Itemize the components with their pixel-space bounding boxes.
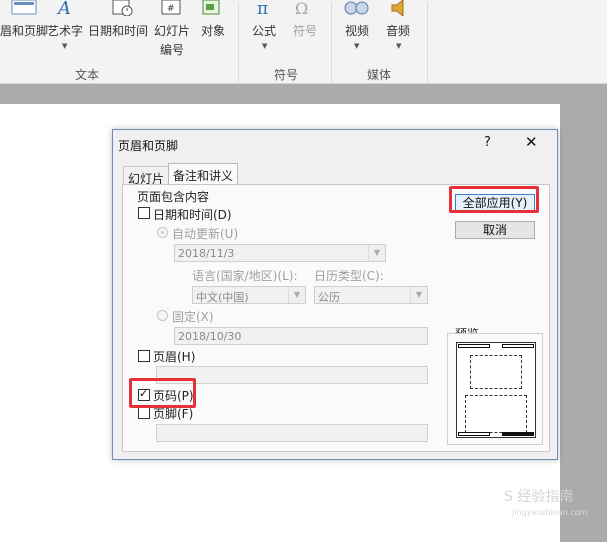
slide-number-button[interactable]: 幻灯片 编号 [153, 22, 191, 58]
language-value: 中文(中国) [196, 291, 249, 304]
header-footer-button[interactable]: 眉和页脚 [0, 22, 48, 39]
preview-frame [447, 333, 543, 445]
symbol-button[interactable]: 符号 [293, 22, 317, 39]
group-separator [238, 2, 239, 82]
group-separator [427, 2, 428, 82]
object-button[interactable]: 对象 [201, 22, 225, 39]
chevron-down-icon[interactable]: ▼ [368, 245, 385, 261]
chevron-down-icon[interactable]: ▼ [410, 287, 427, 303]
preview-notes-area [465, 395, 527, 433]
wordart-icon: A [54, 0, 76, 19]
omega-icon: Ω [292, 0, 316, 18]
preview-header-placeholder [458, 344, 490, 348]
date-time-button[interactable]: 日期和时间 [88, 22, 148, 39]
fixed-label: 固定(X) [172, 310, 214, 324]
chevron-down-icon[interactable]: ▼ [288, 287, 305, 303]
calendar-select[interactable]: 公历 ▼ [314, 286, 428, 304]
preview-page [456, 342, 536, 438]
footer-checkbox[interactable] [138, 407, 150, 419]
footer-input[interactable] [156, 424, 428, 442]
speaker-icon [388, 0, 412, 18]
equation-button[interactable]: 公式 [252, 22, 276, 39]
preview-page-number-placeholder [502, 432, 534, 436]
close-icon[interactable]: ✕ [525, 133, 538, 151]
preview-date-placeholder [502, 344, 534, 348]
auto-update-radio[interactable] [157, 227, 168, 238]
calendar-icon [110, 0, 134, 17]
calendar-value: 公历 [318, 291, 340, 304]
chevron-down-icon[interactable]: ▼ [354, 42, 359, 50]
auto-update-date-value: 2018/11/3 [178, 247, 235, 260]
group-separator [331, 2, 332, 82]
tab-notes-handouts[interactable]: 备注和讲义 [168, 163, 239, 185]
wordart-button[interactable]: 艺术字 [47, 22, 83, 39]
watermark-sub: jingyanzhinan.com [512, 508, 588, 517]
chevron-down-icon[interactable]: ▼ [396, 42, 401, 50]
video-icon [342, 0, 372, 16]
preview-footer-placeholder [458, 432, 490, 436]
slide-number-icon: # [160, 0, 182, 16]
header-checkbox[interactable] [138, 350, 150, 362]
slide-number-label-2: 编号 [159, 43, 184, 57]
language-label: 语言(国家/地区)(L): [192, 269, 298, 283]
video-button[interactable]: 视频 [345, 22, 369, 39]
date-time-label: 日期和时间(D) [153, 208, 232, 222]
group-label-symbols: 符号 [274, 68, 299, 82]
date-time-checkbox[interactable] [138, 207, 150, 219]
section-label: 页面包含内容 [137, 190, 210, 204]
svg-text:#: # [167, 4, 175, 14]
fixed-date-input[interactable]: 2018/10/30 [174, 327, 428, 345]
help-icon[interactable]: ? [484, 135, 491, 150]
header-footer-dialog: 页眉和页脚 ? ✕ 幻灯片 备注和讲义 页面包含内容 日期和时间(D) 自动更新… [112, 129, 558, 460]
auto-update-label: 自动更新(U) [172, 227, 239, 241]
dialog-title: 页眉和页脚 [118, 139, 179, 153]
pi-icon: π [254, 0, 276, 19]
highlight-page-number [129, 378, 196, 408]
svg-text:A: A [56, 0, 71, 16]
watermark: S 经验指南 [504, 489, 574, 505]
preview-slide-area [470, 355, 522, 389]
svg-text:π: π [257, 0, 268, 16]
group-label-text: 文本 [75, 68, 100, 82]
language-select[interactable]: 中文(中国) ▼ [192, 286, 306, 304]
auto-update-date-select[interactable]: 2018/11/3 ▼ [174, 244, 386, 262]
chevron-down-icon[interactable]: ▼ [62, 42, 67, 50]
fixed-radio[interactable] [157, 310, 168, 321]
calendar-type-label: 日历类型(C): [314, 269, 384, 283]
object-icon [200, 0, 224, 16]
header-input[interactable] [156, 366, 428, 384]
header-footer-icon [10, 0, 40, 16]
svg-text:Ω: Ω [295, 0, 308, 16]
cancel-button[interactable]: 取消 [455, 221, 535, 239]
slide-number-label-1: 幻灯片 [153, 24, 190, 38]
audio-button[interactable]: 音频 [386, 22, 410, 39]
ribbon: 眉和页脚 A 艺术字 ▼ 日期和时间 # 幻灯片 编号 对象 文本 π 公式 ▼… [0, 0, 607, 84]
group-label-media: 媒体 [367, 68, 392, 82]
header-label: 页眉(H) [153, 350, 196, 364]
tab-slides[interactable]: 幻灯片 [123, 166, 170, 186]
highlight-apply-all [449, 186, 539, 213]
chevron-down-icon[interactable]: ▼ [262, 42, 267, 50]
